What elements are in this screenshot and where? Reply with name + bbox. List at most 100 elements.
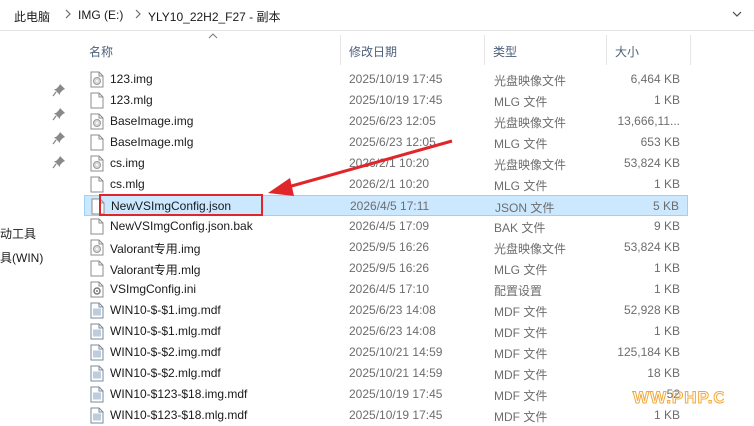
file-name: cs.img (110, 156, 145, 170)
file-row[interactable]: WIN10-$-$1.mlg.mdf 2025/6/23 14:08 MDF 文件 1… (84, 321, 688, 342)
pin-icon[interactable] (52, 83, 66, 97)
pin-icon[interactable] (52, 155, 66, 169)
column-divider[interactable] (690, 35, 691, 65)
watermark-text: WWW.PHP.CN (632, 388, 724, 407)
file-row[interactable]: WIN10-$-$2.img.mdf 2025/10/21 14:59 MDF 文件… (84, 342, 688, 363)
file-type: 光盘映像文件 (494, 242, 567, 256)
file-row[interactable]: cs.mlg 2026/2/1 10:20 MLG 文件 1 KB (84, 174, 688, 195)
pin-icon[interactable] (52, 107, 66, 121)
blank-file-icon (90, 92, 104, 109)
chevron-right-icon[interactable] (64, 6, 72, 22)
column-header-name[interactable]: 名称 (89, 43, 113, 60)
column-header-size[interactable]: 大小 (615, 43, 639, 60)
file-row[interactable]: WIN10-$-$1.img.mdf 2025/6/23 14:08 MDF 文件 5… (84, 300, 688, 321)
chevron-down-icon[interactable] (730, 6, 744, 22)
file-row[interactable]: 123.img 2025/10/19 17:45 光盘映像文件 6,464 KB (84, 69, 688, 90)
file-size: 1 KB (653, 324, 680, 338)
file-row[interactable]: Valorant专用.img 2025/9/5 16:26 光盘映像文件 53,824… (84, 237, 688, 258)
file-type: 光盘映像文件 (494, 74, 567, 88)
column-divider[interactable] (606, 35, 607, 65)
sort-up-icon (208, 33, 218, 39)
file-type: MLG 文件 (494, 137, 548, 151)
file-size: 653 KB (640, 135, 680, 149)
config-file-icon (90, 281, 104, 298)
file-type: MDF 文件 (494, 326, 548, 340)
address-bar[interactable]: 此电脑 IMG (E:) YLY10_22H2_F27 - 副本 (0, 0, 754, 31)
breadcrumb-folder[interactable]: YLY10_22H2_F27 - 副本 (148, 8, 281, 25)
annotation-highlight-box (99, 194, 263, 216)
column-divider[interactable] (484, 35, 485, 65)
mdf-file-icon (90, 302, 104, 319)
file-size: 13,666,11... (617, 114, 681, 128)
scrollbar[interactable] (748, 31, 754, 421)
file-name: WIN10-$123-$18.img.mdf (110, 387, 248, 401)
file-size: 52,928 KB (623, 303, 680, 317)
file-date: 2025/10/21 14:59 (349, 345, 443, 359)
file-row[interactable]: WIN10-$123-$18.img.mdf 2025/10/19 17:45 MD… (84, 384, 688, 405)
nav-item-tools-win[interactable]: 工具(WIN) (0, 249, 43, 266)
disc-image-file-icon (90, 113, 104, 130)
file-type: MDF 文件 (494, 410, 548, 424)
file-name: VSImgConfig.ini (110, 282, 197, 296)
file-type: MDF 文件 (494, 347, 548, 361)
mdf-file-icon (90, 344, 104, 361)
file-type: 光盘映像文件 (494, 158, 567, 172)
file-date: 2026/2/1 10:20 (349, 156, 430, 170)
file-name: WIN10-$-$2.mlg.mdf (110, 366, 221, 380)
chevron-right-icon[interactable] (134, 6, 142, 22)
nav-item-startup-tools[interactable]: 启动工具 (0, 225, 36, 242)
file-type: MLG 文件 (494, 179, 548, 193)
file-size: 18 KB (647, 366, 680, 380)
file-row[interactable]: Valorant专用.mlg 2025/9/5 16:26 MLG 文件 1 KB (84, 258, 688, 279)
file-row[interactable]: BaseImage.img 2025/6/23 12:05 光盘映像文件 13,666… (84, 111, 688, 132)
file-name: 123.img (110, 72, 153, 86)
file-list[interactable]: 名称 修改日期 类型 大小 123.img 2025/10/19 17:45 光盘映… (78, 31, 754, 424)
file-type: 配置设置 (494, 284, 543, 298)
file-row[interactable]: NewVSImgConfig.json.bak 2026/4/5 17:09 BAK… (84, 216, 688, 237)
file-size: 5 KB (652, 199, 679, 213)
file-type: JSON 文件 (495, 201, 555, 215)
file-row[interactable]: BaseImage.mlg 2025/6/23 12:05 MLG 文件 653 KB (84, 132, 688, 153)
file-size: 9 KB (653, 219, 680, 233)
breadcrumb-this-pc[interactable]: 此电脑 (14, 8, 50, 25)
file-row[interactable]: 123.mlg 2025/10/19 17:45 MLG 文件 1 KB (84, 90, 688, 111)
disc-image-file-icon (90, 71, 104, 88)
file-type: MLG 文件 (494, 263, 548, 277)
file-name: WIN10-$-$2.img.mdf (110, 345, 221, 359)
breadcrumb-drive[interactable]: IMG (E:) (78, 8, 123, 22)
file-date: 2025/9/5 16:26 (349, 240, 430, 254)
mdf-file-icon (90, 386, 104, 403)
file-date: 2025/6/23 12:05 (349, 114, 436, 128)
file-name: WIN10-$-$1.img.mdf (110, 303, 221, 317)
file-size: 53,824 KB (623, 156, 680, 170)
file-date: 2026/4/5 17:11 (350, 199, 430, 213)
pin-icon[interactable] (52, 131, 66, 145)
column-divider[interactable] (340, 35, 341, 65)
column-header-type[interactable]: 类型 (493, 43, 517, 60)
mdf-file-icon (90, 407, 104, 424)
blank-file-icon (90, 176, 104, 193)
file-date: 2025/10/19 17:45 (349, 408, 443, 422)
file-name: cs.mlg (110, 177, 145, 191)
file-type: MDF 文件 (494, 368, 548, 382)
file-row[interactable]: WIN10-$-$2.mlg.mdf 2025/10/21 14:59 MDF 文件… (84, 363, 688, 384)
column-header-bar: 名称 修改日期 类型 大小 (78, 31, 754, 69)
file-date: 2025/10/19 17:45 (349, 387, 443, 401)
file-name: WIN10-$-$1.mlg.mdf (110, 324, 221, 338)
file-date: 2025/10/19 17:45 (349, 72, 443, 86)
file-name: Valorant专用.img (110, 242, 201, 256)
file-size: 1 KB (653, 261, 680, 275)
file-row[interactable]: WIN10-$123-$18.mlg.mdf 2025/10/19 17:45 MD… (84, 405, 688, 426)
file-row[interactable]: cs.img 2026/2/1 10:20 光盘映像文件 53,824 KB (84, 153, 688, 174)
file-date: 2025/6/23 14:08 (349, 324, 436, 338)
file-name: BaseImage.mlg (110, 135, 194, 149)
file-row[interactable]: VSImgConfig.ini 2026/4/5 17:10 配置设置 1 KB (84, 279, 688, 300)
mdf-file-icon (90, 365, 104, 382)
file-date: 2026/2/1 10:20 (349, 177, 430, 191)
file-type: BAK 文件 (494, 221, 546, 235)
column-header-date[interactable]: 修改日期 (349, 43, 397, 60)
file-size: 1 KB (653, 177, 680, 191)
watermark: WWW.PHP.CN (632, 388, 724, 408)
blank-file-icon (90, 260, 104, 277)
file-date: 2025/9/5 16:26 (349, 261, 430, 275)
